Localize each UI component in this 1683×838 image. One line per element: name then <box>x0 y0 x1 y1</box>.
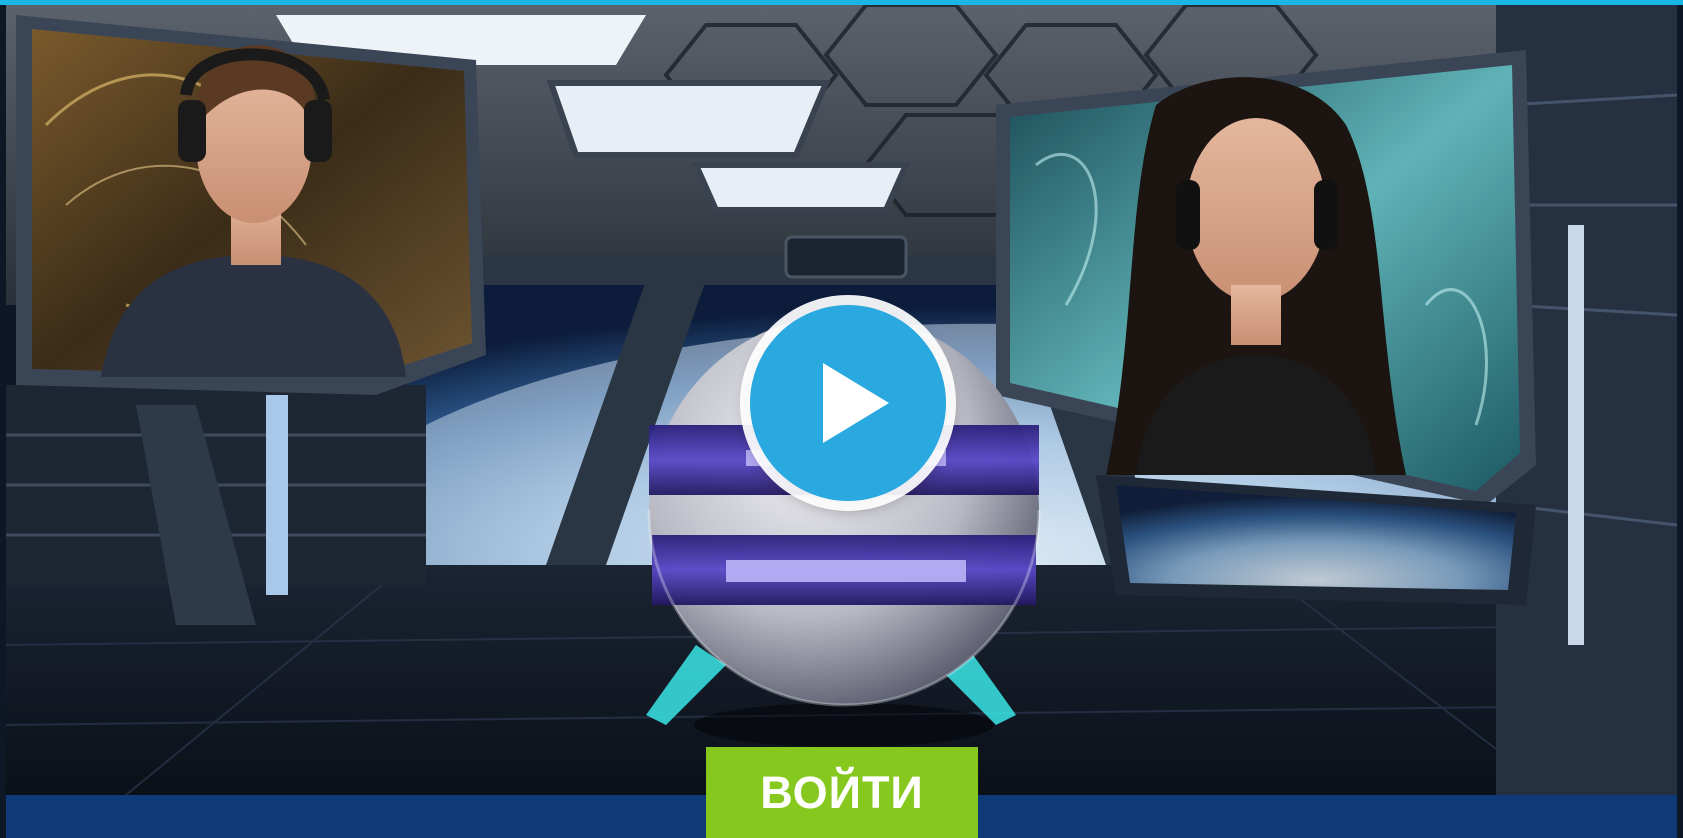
play-button[interactable] <box>750 305 946 501</box>
login-button[interactable]: ВОЙТИ <box>706 747 978 838</box>
landing-page: ВОЙТИ <box>0 0 1683 838</box>
play-icon <box>823 363 889 443</box>
video-player[interactable] <box>6 5 1677 795</box>
